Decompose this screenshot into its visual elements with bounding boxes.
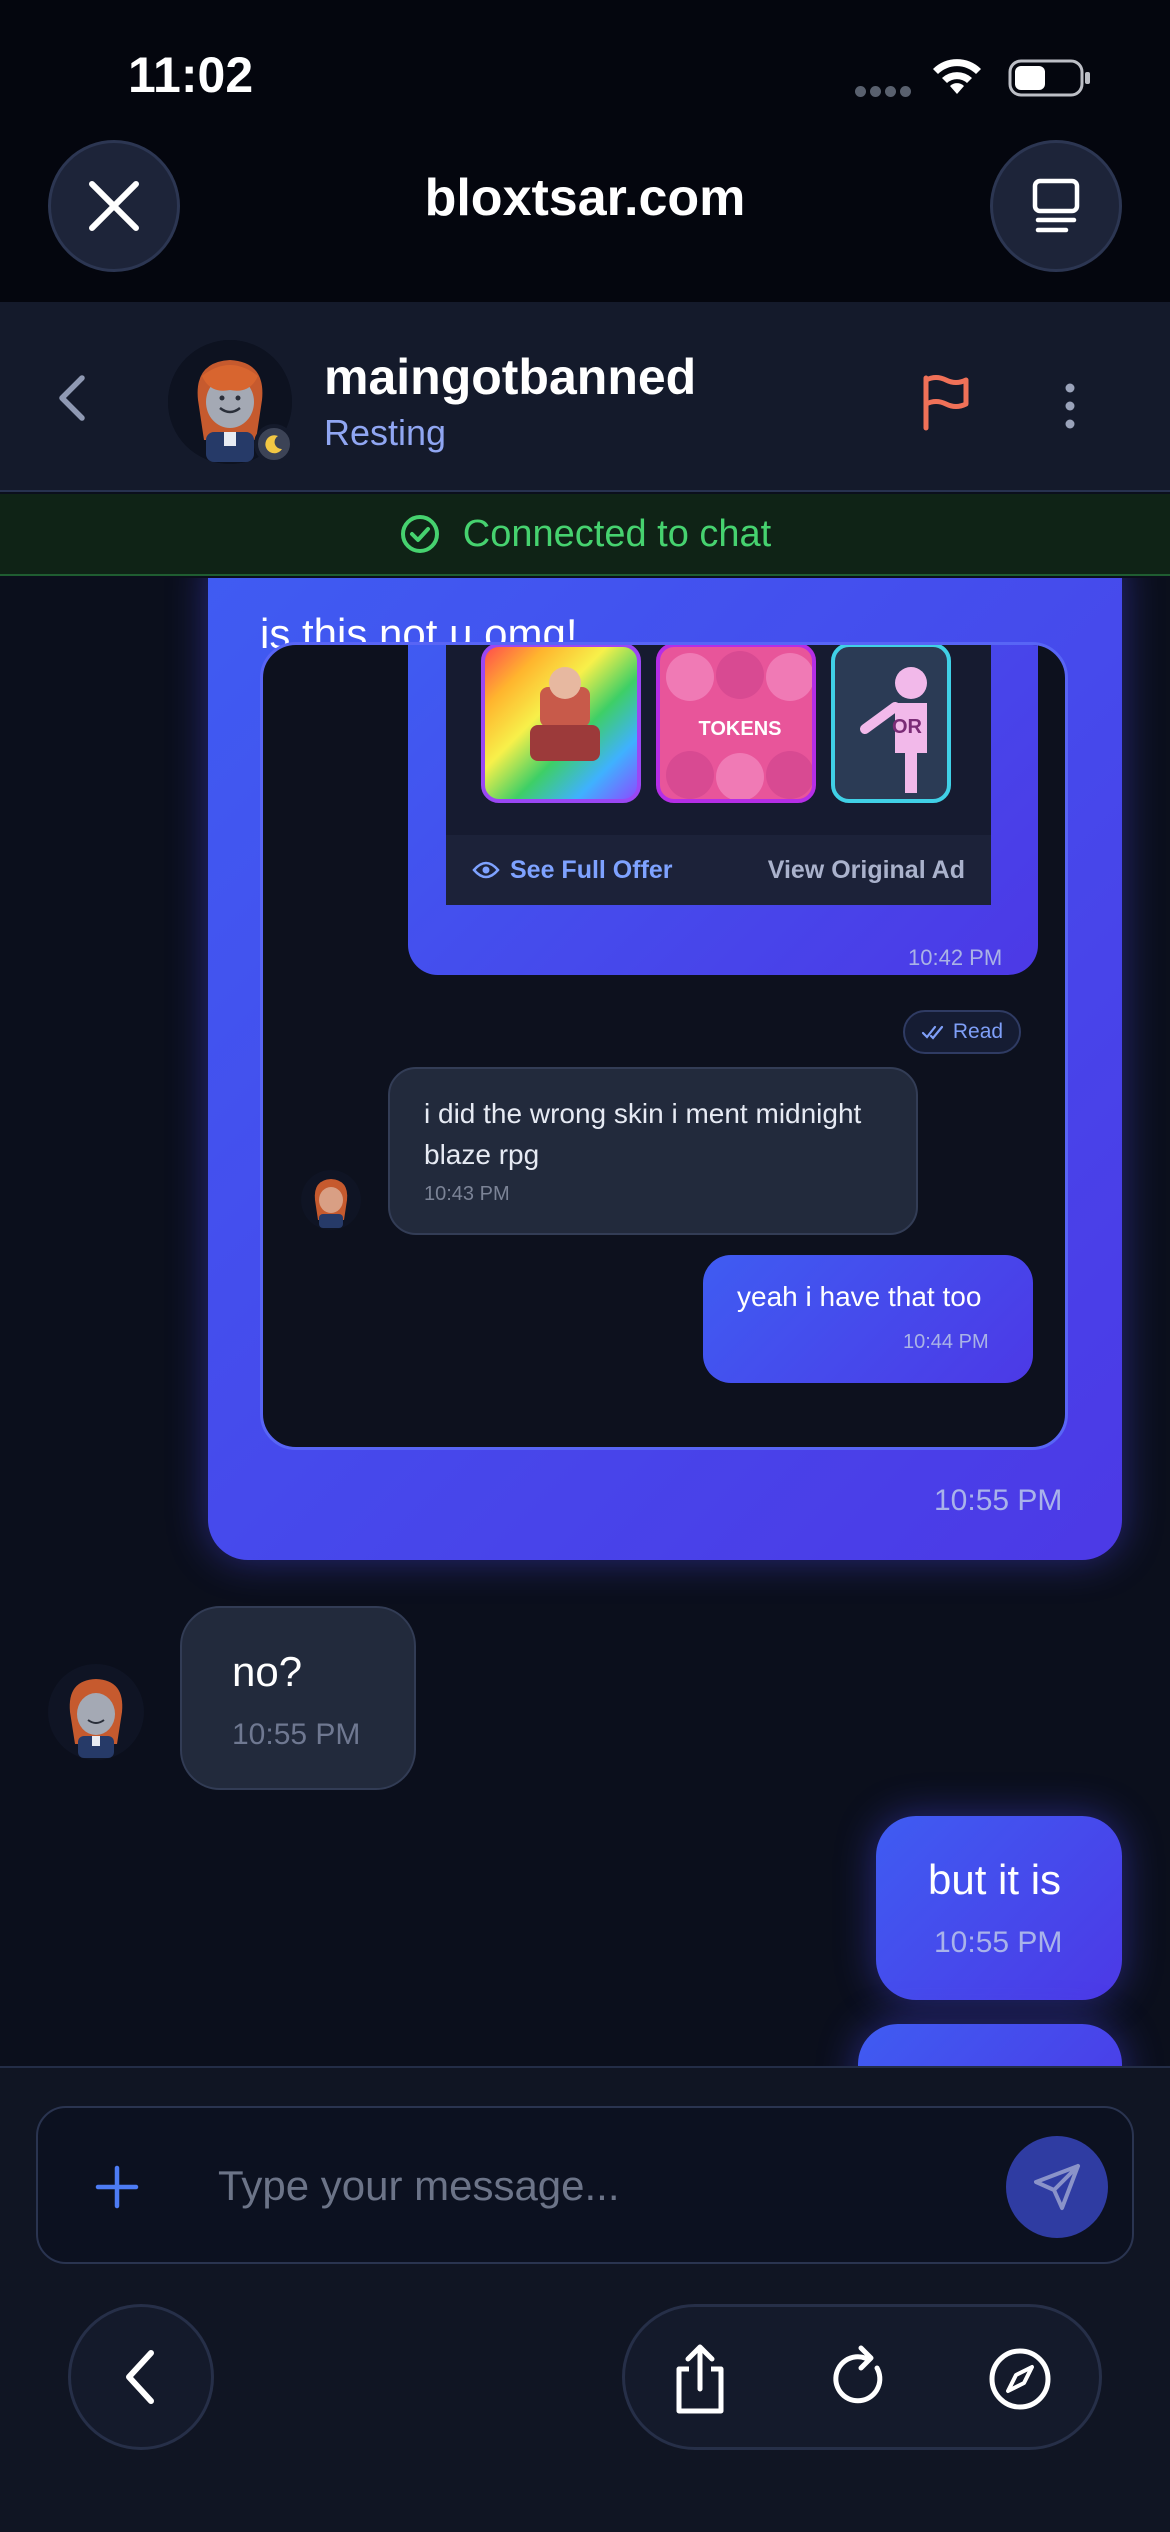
avatar-image: [69, 1679, 123, 1758]
message-bubble-outgoing[interactable]: but it is 10:55 PM: [876, 1816, 1122, 2000]
read-receipt-badge: Read: [903, 1010, 1021, 1054]
image-attachment[interactable]: TOKENS OR See Full Offer View Original A…: [260, 642, 1068, 1450]
offer-card: TOKENS OR See Full Offer View Original A…: [446, 645, 991, 905]
message-bubble-outgoing[interactable]: is this not u omg! 10:55 PM TOKENS OR Se…: [208, 578, 1122, 1560]
attached-offer-bubble: TOKENS OR See Full Offer View Original A…: [408, 645, 1038, 975]
offer-thumbnail-tokens: TOKENS: [656, 645, 816, 803]
attached-outgoing-text: yeah i have that too: [737, 1281, 982, 1312]
browser-back-button[interactable]: [68, 2304, 214, 2450]
cellular-signal-icon: [855, 84, 917, 97]
attached-incoming-bubble: i did the wrong skin i ment midnight bla…: [388, 1067, 918, 1235]
moon-icon: [265, 435, 282, 454]
send-button[interactable]: [1006, 2136, 1108, 2238]
offer-thumbnail-rainbow: [481, 645, 641, 803]
see-full-offer-link: See Full Offer: [472, 856, 673, 885]
message-bubble-outgoing-partial[interactable]: [858, 2024, 1122, 2066]
browser-top-bar: 11:02 bloxtsar.com: [0, 0, 1170, 302]
back-button[interactable]: [50, 372, 96, 424]
compass-button[interactable]: [985, 2343, 1055, 2415]
double-check-icon: [921, 1025, 943, 1040]
attached-incoming-text: i did the wrong skin i ment midnight bla…: [424, 1098, 862, 1170]
chat-header: maingotbanned Resting: [0, 302, 1170, 492]
send-icon: [1034, 2164, 1080, 2210]
share-button[interactable]: [665, 2343, 735, 2415]
reload-icon: [833, 2345, 883, 2404]
check-circle-icon: [400, 515, 439, 553]
composer-area: [0, 2066, 1170, 2532]
or-label: OR: [892, 716, 923, 738]
message-time: 10:55 PM: [232, 1718, 361, 1751]
eye-icon: [472, 861, 500, 879]
attached-offer-time: 10:42 PM: [908, 945, 1003, 970]
sender-avatar[interactable]: [48, 1664, 144, 1760]
contact-status: Resting: [324, 412, 447, 453]
contact-name: maingotbanned: [324, 349, 697, 405]
view-original-ad-link: View Original Ad: [767, 855, 965, 884]
message-text: but it is: [928, 1856, 1062, 1903]
share-icon: [676, 2344, 724, 2414]
message-input[interactable]: [218, 2148, 998, 2224]
attached-outgoing-bubble: yeah i have that too 10:44 PM: [703, 1255, 1033, 1383]
attached-incoming-time: 10:43 PM: [424, 1183, 510, 1205]
message-time: 10:55 PM: [934, 1926, 1063, 1959]
report-flag-button[interactable]: [918, 372, 974, 432]
status-time: 11:02: [128, 47, 254, 103]
connection-status-text: Connected to chat: [462, 512, 772, 555]
battery-icon: [1008, 59, 1090, 97]
person-silhouette-icon: OR: [860, 667, 927, 793]
offer-thumbnails: TOKENS OR: [446, 645, 991, 835]
chevron-left-icon: [126, 2350, 154, 2404]
contact-avatar[interactable]: [168, 340, 294, 464]
tokens-label: TOKENS: [699, 718, 782, 740]
attached-avatar: [301, 1170, 361, 1230]
connection-banner: Connected to chat: [0, 494, 1170, 576]
character-figure-icon: [530, 667, 600, 761]
reload-button[interactable]: [825, 2343, 895, 2415]
add-attachment-button[interactable]: [90, 2160, 144, 2214]
more-options-button[interactable]: [1055, 376, 1085, 436]
wifi-icon: [933, 59, 981, 94]
message-text: no?: [232, 1648, 303, 1695]
tabs-button[interactable]: [990, 140, 1122, 272]
tokens-pattern-icon: TOKENS: [666, 651, 812, 799]
avatar-image: [314, 1179, 348, 1228]
compass-icon: [989, 2348, 1051, 2410]
message-list[interactable]: is this not u omg! 10:55 PM TOKENS OR Se…: [0, 578, 1170, 2066]
tabs-icon: [1032, 178, 1080, 233]
attached-outgoing-time: 10:44 PM: [903, 1331, 989, 1353]
offer-actions: See Full Offer View Original Ad: [446, 835, 991, 905]
browser-action-group: [622, 2304, 1102, 2450]
message-composer: [36, 2106, 1134, 2264]
message-time: 10:55 PM: [934, 1484, 1063, 1517]
offer-thumbnail-figure: OR: [831, 645, 951, 803]
resting-status-indicator: [254, 424, 294, 464]
message-bubble-incoming[interactable]: no? 10:55 PM: [180, 1606, 416, 1790]
